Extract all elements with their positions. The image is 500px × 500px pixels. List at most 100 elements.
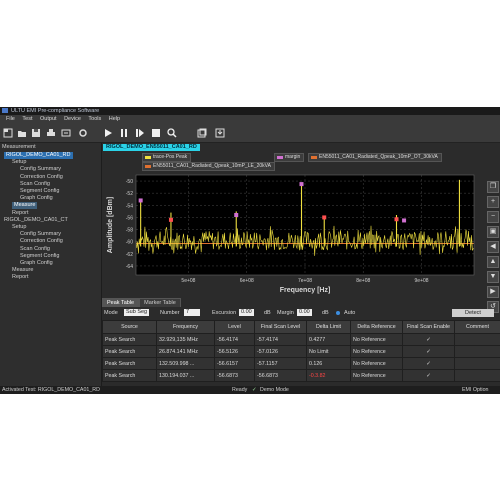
column-header[interactable]: Final Scan Level [254,320,307,334]
play-icon[interactable] [103,128,113,138]
y-tick-label: -50 [126,179,133,185]
settings-icon[interactable] [78,128,88,138]
zoom-out-icon[interactable]: − [487,211,499,223]
legend-limit-le[interactable]: EN55011_CA01_Radiated_Qpeak_10mP_LE_20kV… [142,162,275,171]
tree-header: Measurement [2,144,36,150]
auto-label: Auto [344,310,356,316]
tree-node[interactable]: RIGOL_DEMO_CA01_CT [4,217,68,224]
column-header[interactable]: Comment [454,320,500,334]
export-icon[interactable] [61,128,71,138]
y-tick-label: -52 [126,191,133,197]
tree-node[interactable]: Graph Config [20,195,53,202]
demo-mode-checkbox[interactable]: ✓ [252,386,256,394]
new-file-icon[interactable] [3,128,13,138]
report-icon[interactable] [215,128,225,138]
detect-button[interactable]: Detect [452,309,494,317]
excursion-input[interactable]: 0.00 [239,309,254,316]
tree-node[interactable]: Measure [12,267,33,274]
print-icon[interactable] [46,128,56,138]
arrow-up-icon[interactable]: ▲ [487,256,499,268]
step-icon[interactable] [135,128,145,138]
mode-select[interactable]: Sub Seg [124,309,150,316]
arrow-down-icon[interactable]: ▼ [487,271,499,283]
table-cell: -56.4174 [214,333,255,346]
table-row[interactable]: Peak Search 26.874.141 MHz -56.5126 -57.012… [102,345,500,358]
margin-input[interactable]: 0.00 [297,309,312,316]
window-icon[interactable] [197,128,207,138]
margin-unit: dB [322,310,329,316]
zoom-fit-icon[interactable]: ▣ [487,226,499,238]
menu-tools[interactable]: Tools [88,116,101,122]
number-stepper[interactable]: 7 [184,309,200,316]
menu-test[interactable]: Test [22,116,32,122]
column-header[interactable]: Final Scan Enable [402,320,455,334]
tree-node[interactable]: Scan Config [20,246,50,253]
peak-marker [299,182,304,187]
peak-marker [402,218,407,223]
open-folder-icon[interactable] [17,128,27,138]
tree-node[interactable]: Report [12,274,29,281]
activated-test-status: Activated Test: RIGOL_DEMO_CA01_RD [2,387,100,393]
main-panel: RIGOL_DEMO_EN55011_CA01_RD trace-Pos Pea… [102,143,500,386]
menu-file[interactable]: File [6,116,15,122]
table-cell: 0.126 [306,357,351,370]
tree-node[interactable]: Setup [12,224,26,231]
table-row[interactable]: Peak Search 130.194.037 ... -56.6873 -56.68… [102,369,500,382]
y-tick-label: -54 [126,203,133,209]
column-header[interactable]: Delta Limit [306,320,351,334]
auto-radio[interactable] [336,311,340,315]
menu-device[interactable]: Device [64,116,81,122]
tab-marker-table[interactable]: Marker Table [139,298,181,307]
save-icon[interactable] [31,128,41,138]
table-cell [454,333,500,346]
column-header[interactable]: Source [102,320,157,334]
tree-node[interactable]: Correction Config [20,174,63,181]
tree-node[interactable]: Config Summary [20,231,61,238]
table-row[interactable]: Peak Search 32.929,135 MHz -56.4174 -57.417… [102,333,500,346]
title-bar: ULTU EMI Pre-compliance Software [0,107,500,115]
column-header[interactable]: Frequency [156,320,215,334]
window-title: ULTU EMI Pre-compliance Software [11,108,100,114]
tree-node[interactable]: Correction Config [20,238,63,245]
tree-node[interactable]: Config Summary [20,166,61,173]
legend-swatch [311,156,317,159]
table-cell: -56.6873 [214,369,255,382]
copy-icon[interactable]: ❐ [487,181,499,193]
table-row[interactable]: Peak Search 132.509.998 ... -56.6157 -57.11… [102,357,500,370]
table-cell: 130.194.037 ... [156,369,215,382]
tree-node[interactable]: Setup [12,159,26,166]
tree-node[interactable]: RIGOL_DEMO_CA01_RD [4,152,73,159]
spectrum-chart[interactable]: -50 -52 -54 -56 -58 -60 -62 -64 5e+08 6e+08 7e+08 8… [102,171,500,295]
peak-marker [138,198,143,203]
menu-help[interactable]: Help [109,116,120,122]
tree-node[interactable]: Scan Config [20,181,50,188]
tree-node[interactable]: Segment Config [20,253,59,260]
pause-icon[interactable] [119,128,129,138]
y-tick-label: -62 [126,252,133,258]
tree-node[interactable]: Graph Config [20,260,53,267]
table-cell: No Limit [306,345,351,358]
table-cell: -56.6157 [214,357,255,370]
stop-icon[interactable] [151,128,161,138]
legend-margin[interactable]: margin [274,153,305,162]
tree-node[interactable]: Segment Config [20,188,59,195]
zoom-in-icon[interactable]: + [487,196,499,208]
tree-node[interactable]: Measure [12,202,38,210]
arrow-left-icon[interactable]: ◀ [487,241,499,253]
table-cell: 0.4277 [306,333,351,346]
tree-node[interactable]: Report [12,210,29,217]
legend-trace[interactable]: trace-Pos Peak [142,153,192,162]
menu-output[interactable]: Output [40,116,57,122]
search-icon[interactable] [167,128,177,138]
legend-swatch [145,156,151,159]
column-header[interactable]: Level [214,320,255,334]
column-header[interactable]: Delta Reference [350,320,403,334]
tab-peak-table[interactable]: Peak Table [102,298,140,307]
arrow-right-icon[interactable]: ▶ [487,286,499,298]
table-cell: -0.3.82 [306,369,351,382]
legend-swatch [277,156,283,159]
x-tick-label: 7e+08 [298,278,312,284]
legend-limit-ot[interactable]: EN55011_CA01_Radiated_Qpeak_10mP_OT_30kV… [308,153,442,162]
peak-marker [394,217,399,222]
table-cell: No Reference [350,357,403,370]
